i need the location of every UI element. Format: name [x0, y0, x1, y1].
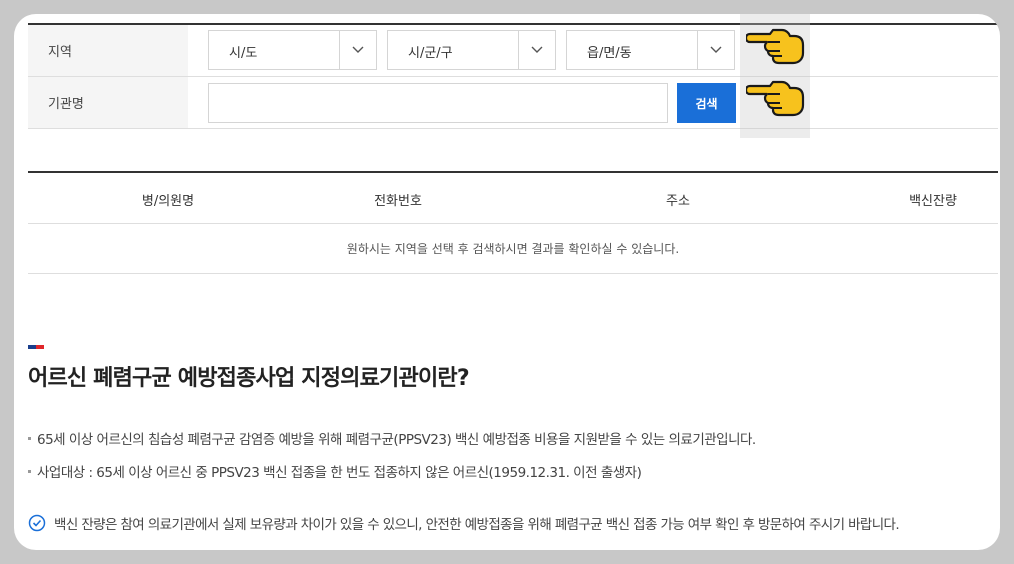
org-row: 기관명 검색	[28, 77, 998, 129]
check-circle-icon	[28, 514, 46, 532]
org-label: 기관명	[28, 77, 188, 128]
col-header-address: 주소	[666, 194, 690, 209]
region-row: 지역 시/도 시/군/구 읍/면/동	[28, 25, 998, 77]
info-bullet: 65세 이상 어르신의 침습성 폐렴구균 감염증 예방을 위해 폐렴구균(PPS…	[28, 428, 756, 448]
col-header-hospital: 병/의원명	[141, 194, 195, 209]
notice: 백신 잔량은 참여 의료기관에서 실제 보유량과 차이가 있을 수 있으니, 안…	[28, 513, 900, 533]
chevron-down-icon	[697, 31, 734, 69]
section-marker	[28, 345, 44, 349]
info-bullet: 사업대상 : 65세 이상 어르신 중 PPSV23 백신 접종을 한 번도 접…	[28, 461, 642, 481]
table-empty-message: 원하시는 지역을 선택 후 검색하시면 결과를 확인하실 수 있습니다.	[28, 224, 998, 274]
eupmyeon-select-value: 읍/면/동	[587, 46, 632, 61]
notice-text: 백신 잔량은 참여 의료기관에서 실제 보유량과 차이가 있을 수 있으니, 안…	[54, 517, 900, 533]
pointing-hand-icon	[746, 80, 805, 117]
chevron-down-icon	[518, 31, 555, 69]
region-label: 지역	[28, 25, 188, 76]
search-form: 지역 시/도 시/군/구 읍/면/동 기관명 검색	[28, 14, 998, 138]
section-title: 어르신 폐렴구균 예방접종사업 지정의료기관이란?	[28, 366, 470, 391]
sigungu-select[interactable]: 시/군/구	[387, 30, 556, 70]
sigungu-select-value: 시/군/구	[408, 46, 453, 61]
result-table: 병/의원명 전화번호 주소 백신잔량 원하시는 지역을 선택 후 검색하시면 결…	[28, 171, 998, 274]
col-header-vaccine: 백신잔량	[909, 194, 957, 209]
sido-select[interactable]: 시/도	[208, 30, 377, 70]
search-button[interactable]: 검색	[677, 83, 736, 123]
col-header-phone: 전화번호	[374, 194, 422, 209]
pointing-hand-icon	[746, 28, 805, 65]
chevron-down-icon	[339, 31, 376, 69]
eupmyeon-select[interactable]: 읍/면/동	[566, 30, 735, 70]
sido-select-value: 시/도	[229, 46, 258, 61]
org-name-input[interactable]	[208, 83, 668, 123]
table-header: 병/의원명 전화번호 주소 백신잔량	[28, 173, 998, 224]
content-card: 지역 시/도 시/군/구 읍/면/동 기관명 검색 병/의원명 전화번호 주소 …	[14, 14, 1000, 550]
